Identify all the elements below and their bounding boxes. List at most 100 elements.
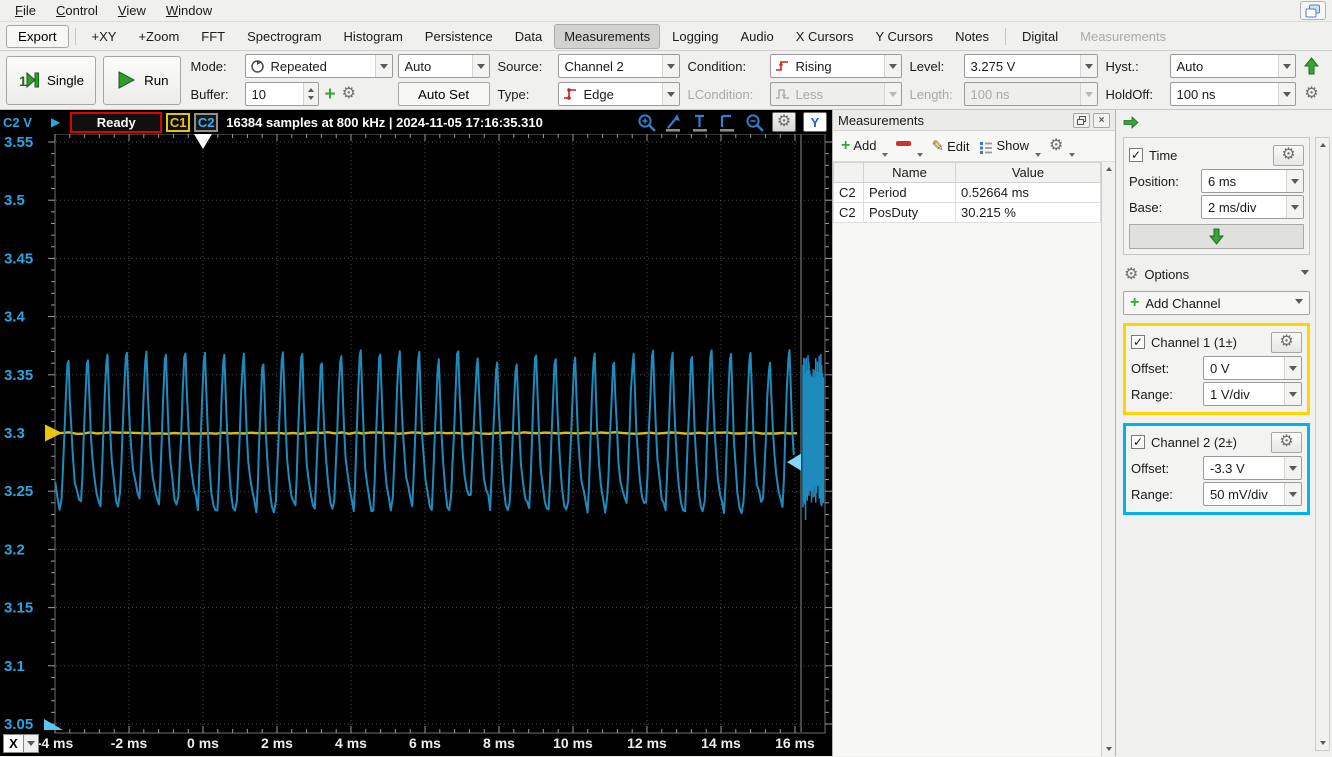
tab-x-cursors[interactable]: X Cursors bbox=[786, 24, 864, 49]
menu-view[interactable]: View bbox=[109, 2, 155, 19]
lcondition-value: Less bbox=[795, 86, 823, 102]
channel2-tab[interactable]: C2 bbox=[194, 112, 219, 132]
channel1-tab[interactable]: C1 bbox=[166, 112, 191, 132]
mode-select[interactable]: Repeated bbox=[244, 54, 393, 78]
tab-fft[interactable]: FFT bbox=[191, 24, 235, 49]
channel2-offset-select[interactable]: -3.3 V bbox=[1203, 456, 1302, 480]
x-cursor-icon[interactable] bbox=[691, 113, 711, 132]
channel1-offset-marker[interactable] bbox=[45, 424, 62, 442]
tab-xy[interactable]: +XY bbox=[82, 24, 127, 49]
buffer-gear-button[interactable]: ⚙ bbox=[342, 86, 356, 102]
channel2-range-select[interactable]: 50 mV/div bbox=[1203, 482, 1302, 506]
export-button[interactable]: Export bbox=[6, 24, 69, 48]
zoom-out-icon[interactable] bbox=[745, 113, 765, 132]
measurement-row[interactable]: C2 PosDuty 30.215 % bbox=[833, 202, 1101, 223]
measurement-name: Period bbox=[863, 182, 956, 203]
chevron-down-icon[interactable] bbox=[1069, 153, 1076, 160]
buffer-spinner[interactable]: 10 bbox=[244, 82, 319, 106]
scope-plot[interactable]: 3.553.53.453.43.353.33.253.23.153.13.05-… bbox=[0, 134, 832, 756]
tab-y-cursors[interactable]: Y Cursors bbox=[866, 24, 944, 49]
menu-window[interactable]: Window bbox=[157, 2, 221, 19]
channel2-checkbox[interactable]: ✓ bbox=[1131, 435, 1145, 449]
tab-zoom[interactable]: +Zoom bbox=[128, 24, 189, 49]
type-label: Type: bbox=[497, 86, 530, 102]
tab-spectrogram[interactable]: Spectrogram bbox=[237, 24, 331, 49]
trigger-up-button[interactable] bbox=[1301, 56, 1323, 76]
y-axis-button[interactable]: Y bbox=[803, 112, 827, 132]
tab-audio[interactable]: Audio bbox=[730, 24, 783, 49]
hysteresis-select[interactable]: Auto bbox=[1169, 54, 1296, 78]
lcondition-select: Less bbox=[769, 82, 902, 106]
channel1-gear-button[interactable]: ⚙ bbox=[1271, 331, 1302, 353]
time-checkbox[interactable]: ✓ bbox=[1129, 148, 1143, 162]
name-column-header[interactable]: Name bbox=[863, 162, 956, 183]
channel1-checkbox[interactable]: ✓ bbox=[1131, 335, 1145, 349]
tab-data[interactable]: Data bbox=[505, 24, 552, 49]
base-select[interactable]: 2 ms/div bbox=[1201, 195, 1304, 219]
time-gear-button[interactable]: ⚙ bbox=[1273, 144, 1304, 166]
cascade-windows-button[interactable] bbox=[1300, 1, 1326, 20]
scroll-up-icon[interactable] bbox=[1319, 140, 1326, 147]
chevron-down-icon[interactable] bbox=[917, 153, 924, 160]
right-panel-scrollbar[interactable] bbox=[1315, 137, 1330, 751]
chevron-down-icon[interactable] bbox=[882, 153, 889, 160]
single-button[interactable]: 1 Single bbox=[6, 55, 97, 105]
menu-file[interactable]: File bbox=[6, 2, 45, 19]
zoom-in-icon[interactable] bbox=[637, 113, 657, 132]
scroll-down-icon[interactable] bbox=[1105, 747, 1112, 754]
spinner-arrows[interactable] bbox=[302, 83, 318, 105]
add-channel-button[interactable]: + Add Channel bbox=[1123, 291, 1310, 315]
add-measurement-button[interactable]: + Add bbox=[837, 135, 880, 157]
tab-notes[interactable]: Notes bbox=[945, 24, 999, 49]
tab-logging[interactable]: Logging bbox=[662, 24, 728, 49]
buffer-add-button[interactable]: + bbox=[325, 85, 336, 104]
auto-set-button[interactable]: Auto Set bbox=[397, 82, 490, 106]
tab-persistence[interactable]: Persistence bbox=[415, 24, 503, 49]
edit-measurement-button[interactable]: ✎ Edit bbox=[927, 134, 973, 158]
value-column-header[interactable]: Value bbox=[955, 162, 1101, 183]
remove-measurement-button[interactable] bbox=[892, 138, 915, 154]
channel-column-header[interactable] bbox=[833, 162, 864, 183]
run-button[interactable]: Run bbox=[103, 55, 181, 105]
level-input[interactable]: 3.275 V bbox=[963, 54, 1098, 78]
measurement-row[interactable]: C2 Period 0.52664 ms bbox=[833, 182, 1101, 203]
channel1-range-select[interactable]: 1 V/div bbox=[1203, 382, 1302, 406]
close-button[interactable]: × bbox=[1093, 112, 1110, 128]
pointer-icon[interactable] bbox=[664, 113, 684, 132]
holdoff-input[interactable]: 100 ns bbox=[1169, 82, 1296, 106]
rising-edge-icon bbox=[771, 59, 790, 73]
collapse-panel-button[interactable] bbox=[1123, 116, 1139, 132]
position-select[interactable]: 6 ms bbox=[1201, 169, 1304, 193]
y-axis-channel-selector[interactable]: C2 V bbox=[3, 115, 47, 130]
trigger-level-marker[interactable] bbox=[787, 453, 801, 471]
scroll-down-icon[interactable] bbox=[1319, 741, 1326, 748]
tab-histogram[interactable]: Histogram bbox=[334, 24, 413, 49]
undock-button[interactable] bbox=[1073, 112, 1090, 128]
plot-gear-button[interactable]: ⚙ bbox=[772, 112, 796, 132]
source-select[interactable]: Channel 2 bbox=[557, 54, 680, 78]
tab-measurements[interactable]: Measurements bbox=[554, 23, 661, 49]
run-icon bbox=[118, 71, 136, 89]
mode-auto-select[interactable]: Auto bbox=[397, 54, 490, 78]
measurements-gear-button[interactable]: ⚙ bbox=[1045, 135, 1067, 157]
channel2-gear-button[interactable]: ⚙ bbox=[1271, 431, 1302, 453]
level-label: Level: bbox=[909, 58, 945, 74]
options-row[interactable]: ⚙ Options bbox=[1124, 262, 1309, 287]
scope-header: C2 V ▶ Ready C1 C2 16384 samples at 800 … bbox=[0, 110, 832, 134]
y-cursor-icon[interactable] bbox=[718, 113, 738, 132]
scroll-up-icon[interactable] bbox=[1105, 164, 1112, 171]
trigger-gear-button[interactable]: ⚙ bbox=[1301, 86, 1323, 102]
condition-select[interactable]: Rising bbox=[769, 54, 902, 78]
type-select[interactable]: Edge bbox=[557, 82, 680, 106]
show-measurement-button[interactable]: Show bbox=[975, 135, 1033, 157]
menu-control[interactable]: Control bbox=[47, 2, 107, 19]
time-expand-button[interactable] bbox=[1129, 224, 1304, 249]
x-axis-button[interactable]: X bbox=[3, 734, 39, 753]
channels-panel: ✓ Time ⚙ Position: 6 ms Base: 2 ms/div ⚙… bbox=[1115, 110, 1332, 756]
y-axis-tick-label: 3.3 bbox=[4, 425, 25, 442]
tab-digital[interactable]: Digital bbox=[1012, 24, 1068, 49]
expand-arrow-icon[interactable]: ▶ bbox=[51, 115, 60, 129]
chevron-down-icon[interactable] bbox=[1035, 153, 1041, 160]
measurements-scrollbar[interactable] bbox=[1101, 162, 1115, 756]
channel1-offset-select[interactable]: 0 V bbox=[1203, 356, 1302, 380]
